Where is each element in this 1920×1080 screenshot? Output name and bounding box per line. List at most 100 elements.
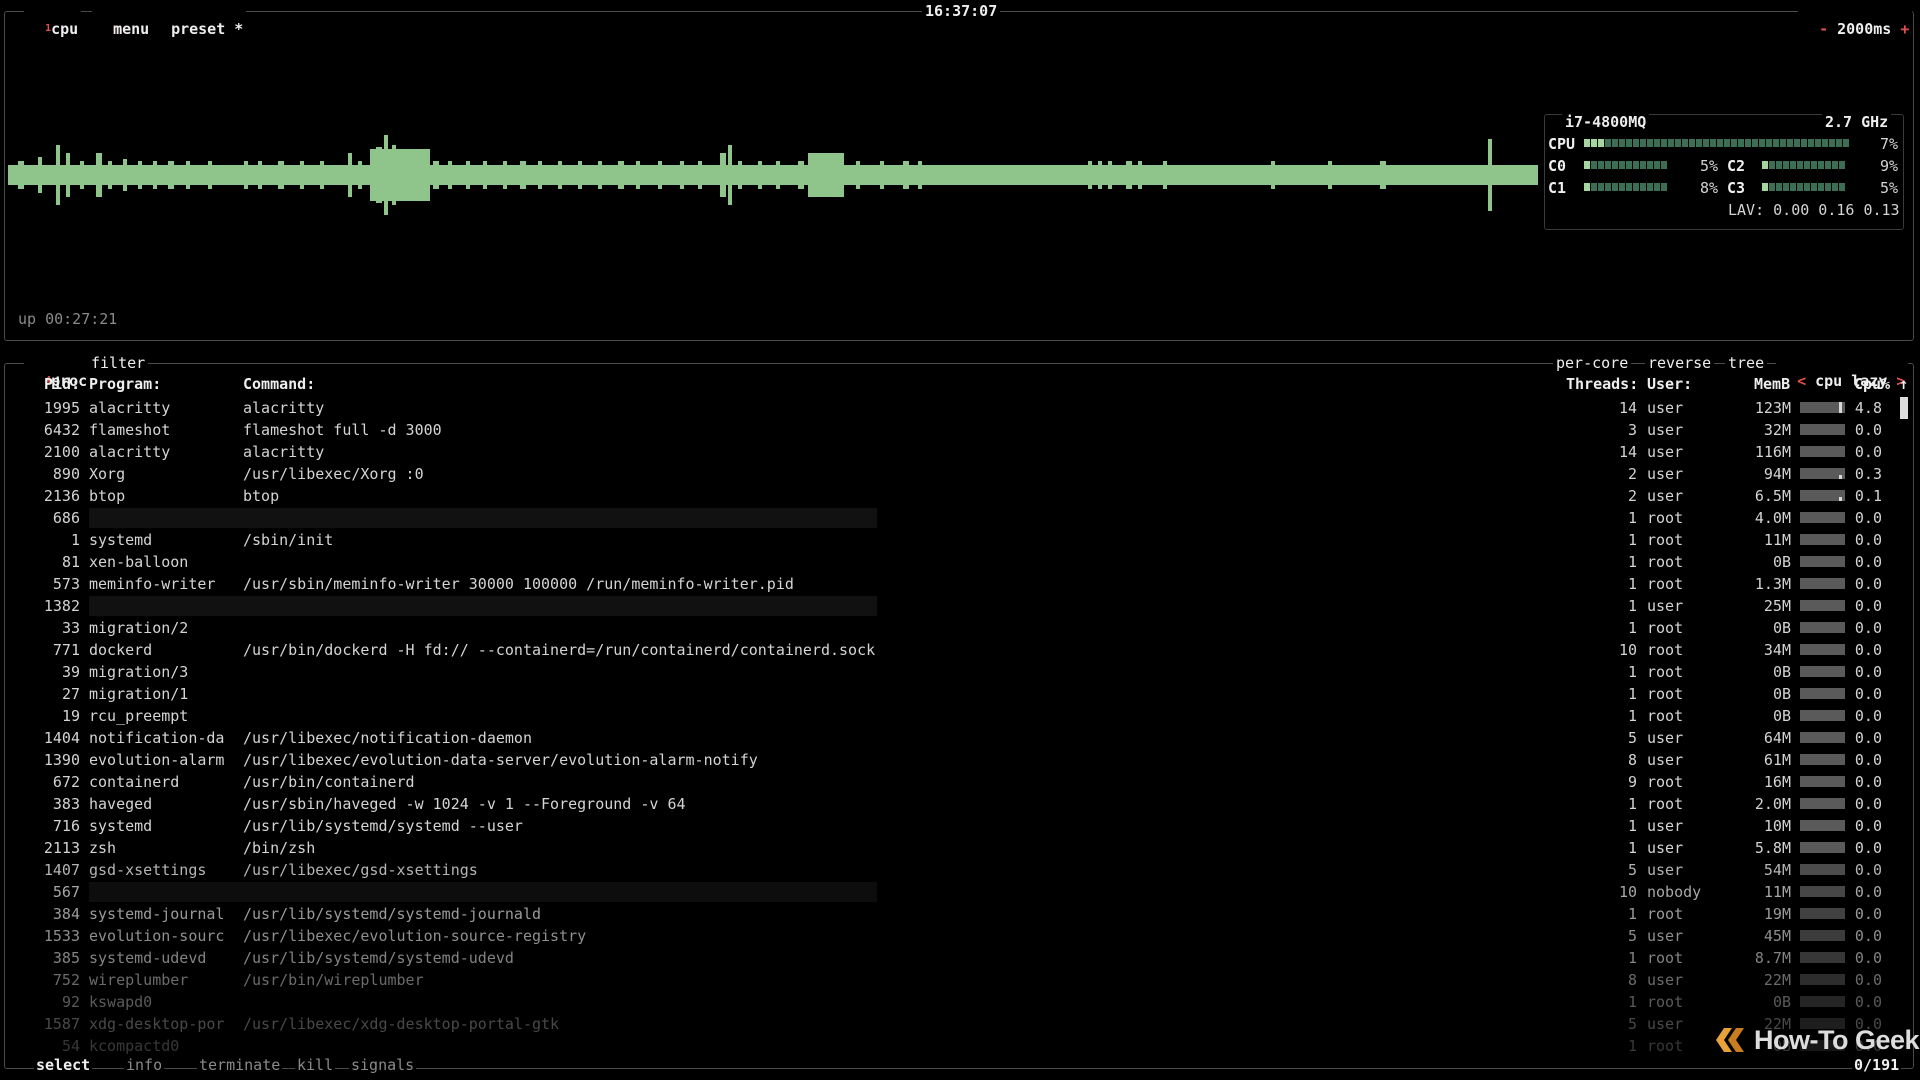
graph-spike	[856, 161, 860, 189]
cpu-tab[interactable]: cpu	[51, 20, 78, 38]
table-row[interactable]: 39 migration/3 1 root 0B 0.0	[0, 661, 1910, 683]
graph-spike	[208, 161, 212, 189]
table-row[interactable]: 1390 evolution-alarm/usr/libexec/evolutio…	[0, 749, 1910, 771]
cpu-mini-graph	[1800, 974, 1845, 985]
table-row[interactable]: 384 systemd-journal/usr/lib/systemd/syste…	[0, 903, 1910, 925]
watermark-text: How-To Geek	[1754, 1024, 1920, 1055]
table-row[interactable]: 1995 alacritty alacritty 14 user 123M 4.8	[0, 397, 1910, 419]
cell-threads: 1	[1627, 839, 1637, 857]
cell-user: root	[1647, 575, 1684, 593]
cell-threads: 8	[1627, 971, 1637, 989]
cell-command: /usr/sbin/haveged -w 1024 -v 1 --Foregro…	[243, 795, 686, 813]
graph-spike	[728, 145, 732, 205]
cell-threads: 1	[1627, 817, 1637, 835]
col-threads[interactable]: Threads:	[1566, 375, 1638, 393]
table-row[interactable]: 6432 flameshot flameshot full -d 3000 3 user…	[0, 419, 1910, 441]
col-program[interactable]: Program:	[89, 375, 161, 393]
table-row[interactable]: 890 Xorg/usr/libexec/Xorg :0 2 user 94M 0.3	[0, 463, 1910, 485]
table-row[interactable]: 2136 btop btop 2 user 6.5M 0.1	[0, 485, 1910, 507]
graph-spike	[720, 153, 726, 197]
col-cpu[interactable]: Cpu%	[1854, 375, 1890, 393]
col-mem[interactable]: MemB	[1754, 375, 1790, 393]
table-row[interactable]: 771 dockerd/usr/bin/dockerd -H fd:// --co…	[0, 639, 1910, 661]
table-row[interactable]: 92 kswapd0 1 root 0B 0.0	[0, 991, 1910, 1013]
table-row[interactable]: 19 rcu_preempt 1 root 0B 0.0	[0, 705, 1910, 727]
cell-command: flameshot full -d 3000	[243, 421, 442, 439]
table-row[interactable]: 33 migration/2 1 root 0B 0.0	[0, 617, 1910, 639]
interval-decrease-button[interactable]: -	[1819, 20, 1828, 38]
select-button[interactable]: select	[34, 1056, 93, 1074]
cell-command: /usr/lib/systemd/systemd-journald	[243, 905, 542, 923]
table-row[interactable]: 54 kcompactd0 1 root 0B 0.0	[0, 1035, 1910, 1057]
cell-user: user	[1647, 465, 1684, 483]
cell-mem: 0B	[1772, 663, 1791, 681]
cell-mem: 94M	[1763, 465, 1791, 483]
terminate-button[interactable]: terminate	[197, 1056, 283, 1074]
cell-threads: 1	[1627, 531, 1637, 549]
cell-user: root	[1647, 993, 1684, 1011]
preset-button[interactable]: preset *	[150, 2, 247, 38]
table-row[interactable]: 1587 xdg-desktop-por/usr/libexec/xdg-desk…	[0, 1013, 1910, 1035]
col-pid[interactable]: Pid:	[44, 375, 80, 393]
cpu-mini-graph	[1800, 996, 1845, 1007]
table-row[interactable]: 567 10 nobody 11M 0.0	[0, 881, 1910, 903]
cell-command: /usr/lib/systemd/systemd-udevd	[243, 949, 514, 967]
filter-button[interactable]: filter	[88, 354, 149, 372]
cell-program: gsd-xsettings	[89, 861, 207, 879]
table-row[interactable]: 385 systemd-udevd/usr/lib/systemd/systemd…	[0, 947, 1910, 969]
interval-increase-button[interactable]: +	[1900, 20, 1909, 38]
cpu-mini-graph	[1800, 622, 1845, 633]
cell-pid: 672	[52, 773, 80, 791]
table-row[interactable]: 2113 zsh/bin/zsh 1 user 5.8M 0.0	[0, 837, 1910, 859]
table-row[interactable]: 716 systemd/usr/lib/systemd/systemd --use…	[0, 815, 1910, 837]
table-row[interactable]: 81 xen-balloon 1 root 0B 0.0	[0, 551, 1910, 573]
cell-cpu: 0.0	[1854, 773, 1882, 791]
signals-button[interactable]: signals	[349, 1056, 417, 1074]
cell-program: alacritty	[89, 443, 171, 461]
cell-pid: 385	[52, 949, 80, 967]
col-user[interactable]: User:	[1647, 375, 1692, 393]
table-row[interactable]: 27 migration/1 1 root 0B 0.0	[0, 683, 1910, 705]
reverse-toggle[interactable]: reverse	[1645, 354, 1715, 372]
table-row[interactable]: 1 systemd/sbin/init 1 root 11M 0.0	[0, 529, 1910, 551]
kill-button[interactable]: kill	[295, 1056, 336, 1074]
cpu-mini-graph	[1800, 952, 1845, 963]
core-meter	[1584, 183, 1674, 191]
cell-pid: 1404	[43, 729, 80, 747]
cell-program: Xorg	[89, 465, 126, 483]
table-row[interactable]: 1407 gsd-xsettings/usr/libexec/gsd-xsetti…	[0, 859, 1910, 881]
table-row[interactable]: 1404 notification-da/usr/libexec/notifica…	[0, 727, 1910, 749]
cpu-mini-graph	[1800, 468, 1845, 479]
table-row[interactable]: 672 containerd/usr/bin/containerd 9 root 16M…	[0, 771, 1910, 793]
cell-user: root	[1647, 619, 1684, 637]
cell-threads: 14	[1618, 443, 1637, 461]
info-button[interactable]: info	[124, 1056, 165, 1074]
cpu-frequency: 2.7 GHz	[1822, 113, 1892, 131]
table-row[interactable]: 383 haveged/usr/sbin/haveged -w 1024 -v 1…	[0, 793, 1910, 815]
cell-pid: 2100	[43, 443, 80, 461]
menu-button[interactable]: mmenu	[92, 2, 153, 38]
cell-mem: 10M	[1763, 817, 1791, 835]
table-row[interactable]: 1533 evolution-sourc/usr/libexec/evolutio…	[0, 925, 1910, 947]
table-row[interactable]: 2100 alacritty alacritty 14 user 116M 0.0	[0, 441, 1910, 463]
col-command[interactable]: Command:	[243, 375, 315, 393]
tree-toggle[interactable]: tree	[1725, 354, 1768, 372]
cpu-mini-graph	[1800, 732, 1845, 743]
table-row[interactable]: 752 wireplumber/usr/bin/wireplumber 8 user 2…	[0, 969, 1910, 991]
cell-pid: 1382	[43, 597, 80, 615]
table-row[interactable]: 686 1 root 4.0M 0.0	[0, 507, 1910, 529]
cpu-mini-graph	[1800, 710, 1845, 721]
per-core-toggle[interactable]: per-core	[1553, 354, 1632, 372]
cell-cpu: 0.0	[1854, 641, 1882, 659]
scrollbar-thumb[interactable]	[1900, 397, 1908, 419]
load-average: LAV: 0.00 0.16 0.13	[1728, 201, 1900, 219]
cell-program: migration/3	[89, 663, 189, 681]
cell-threads: 1	[1627, 707, 1637, 725]
table-row[interactable]: 1382 1 user 25M 0.0	[0, 595, 1910, 617]
table-row[interactable]: 573 meminfo-writer/usr/sbin/meminfo-write…	[0, 573, 1910, 595]
cell-program: containerd	[89, 773, 180, 791]
graph-spike	[1138, 161, 1142, 189]
sort-prev-button[interactable]: <	[1797, 372, 1806, 390]
graph-spike	[503, 161, 507, 189]
cell-threads: 2	[1627, 487, 1637, 505]
